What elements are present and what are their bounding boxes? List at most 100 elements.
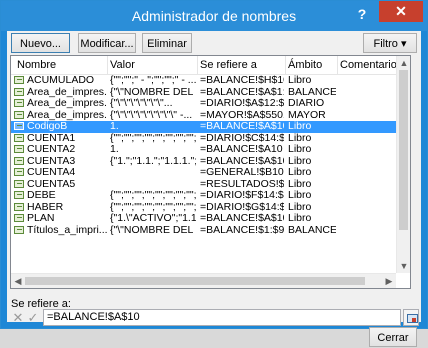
names-list[interactable]: Nombre Valor Se refiere a Ámbito Comenta… (10, 55, 411, 289)
name-cell: ACUMULADO (27, 75, 95, 86)
scope-cell: BALANCE (288, 224, 336, 236)
name-cell: CUENTA3 (27, 155, 76, 167)
column-header-name[interactable]: Nombre (17, 59, 56, 71)
column-divider[interactable] (197, 56, 198, 74)
title-bar: Administrador de nombres ? ✕ (1, 1, 427, 31)
scope-cell: Libro (288, 201, 312, 213)
scroll-right-arrow-icon[interactable]: ▶ (382, 274, 396, 288)
list-item[interactable]: Área_de_impres... {"\"\"\"\"\"\"\"\"\" -.… (11, 110, 396, 122)
list-item[interactable]: CUENTA1 {"";"";"";"";"";"";"";"";"";"";..… (11, 133, 396, 145)
name-cell: PLAN (27, 213, 55, 224)
list-header: Nombre Valor Se refiere a Ámbito Comenta… (11, 56, 397, 75)
scope-cell: Libro (288, 132, 312, 144)
list-item[interactable]: CUENTA5 =RESULTADOS!$B10 Libro (11, 179, 396, 191)
refers-cell: =DIARIO!$G$14:$G... (200, 201, 284, 213)
refers-cell: =DIARIO!$A$12:$G... (200, 98, 284, 109)
name-cell: CUENTA1 (27, 132, 76, 144)
dialog-body: Nuevo... Modificar... Eliminar Filtro ▾ … (7, 31, 421, 347)
refers-cell: =GENERAL!$B10 (200, 167, 284, 178)
value-cell: {"1.";"1.1.";"1.1.1.";"... (110, 155, 196, 167)
defined-name-icon (14, 225, 24, 234)
defined-name-icon (14, 145, 24, 153)
value-cell: {"\"NOMBRE DEL N... (110, 86, 196, 98)
list-item[interactable]: DEBE {"";"";"";"";"";"";"";"";"";"";... =D… (11, 190, 396, 202)
refers-cell: =BALANCE!$1:$9 (200, 224, 284, 236)
name-manager-dialog: Administrador de nombres ? ✕ Nuevo... Mo… (0, 0, 428, 347)
list-item[interactable]: Títulos_a_impri...{"\"NOMBRE DEL N... =BA… (11, 225, 396, 237)
column-divider[interactable] (337, 56, 338, 74)
scope-cell: Libro (288, 167, 312, 178)
list-item[interactable]: ACUMULADO {"";"";" - ";"";"";" - ... =BALA… (11, 75, 396, 87)
help-button[interactable]: ? (349, 3, 375, 25)
column-divider[interactable] (285, 56, 286, 74)
defined-name-icon (14, 122, 24, 130)
delete-button[interactable]: Eliminar (142, 33, 192, 53)
list-item[interactable]: HABER {"";"";"";"";"";"";"";"";"";"";... =… (11, 202, 396, 214)
defined-name-icon (14, 110, 24, 119)
list-item[interactable]: PLAN {"1.\"ACTIVO";"1.1.\"... =BALANCE!$A$… (11, 213, 396, 225)
list-item[interactable]: CUENTA2 1. =BALANCE!$A10 Libro (11, 144, 396, 156)
defined-name-icon (14, 76, 24, 84)
name-cell: CodigoB (27, 121, 68, 132)
new-button[interactable]: Nuevo... (11, 33, 70, 53)
value-cell: {"";"";" - ";"";"";" - ... (110, 75, 196, 86)
list-item[interactable]: Área_de_impres... {"\"\"\"\"\"\"\"... =DIA… (11, 98, 396, 110)
vertical-scroll-thumb[interactable] (399, 70, 408, 230)
name-cell: CUENTA5 (27, 178, 76, 190)
vertical-scrollbar[interactable]: ▲ ▼ (396, 56, 410, 273)
refers-to-input[interactable]: =BALANCE!$A$10 (43, 309, 401, 326)
names-rows: ACUMULADO {"";"";" - ";"";"";" - ... =BALA… (11, 75, 396, 236)
defined-name-icon (14, 179, 24, 188)
defined-name-icon (14, 87, 24, 96)
defined-name-icon (14, 133, 24, 142)
refers-cell: =DIARIO!$C$14:$C... (200, 132, 284, 144)
defined-name-icon (14, 99, 24, 107)
list-item[interactable]: CodigoB 1. =BALANCE!$A$10 Libro (11, 121, 396, 133)
collapse-dialog-icon[interactable] (403, 309, 419, 326)
defined-name-icon (14, 168, 24, 176)
filter-button[interactable]: Filtro ▾ (363, 33, 417, 53)
horizontal-scroll-thumb[interactable] (25, 277, 365, 285)
list-item[interactable]: CUENTA3 {"1.";"1.1.";"1.1.1.";"... =BALANC… (11, 156, 396, 168)
column-header-comment[interactable]: Comentario (340, 59, 397, 71)
defined-name-icon (14, 156, 24, 165)
scroll-down-arrow-icon[interactable]: ▼ (397, 259, 410, 273)
name-cell: DEBE (27, 190, 56, 201)
name-cell: CUENTA4 (27, 167, 76, 178)
scope-cell: Libro (288, 75, 312, 86)
defined-name-icon (14, 214, 24, 222)
list-item[interactable]: Área_de_impres...{"\"NOMBRE DEL N... =BAL… (11, 87, 396, 99)
column-divider[interactable] (107, 56, 108, 74)
horizontal-scrollbar[interactable]: ◀ ▶ (11, 273, 396, 288)
refers-cell: =BALANCE!$A10 (200, 144, 283, 155)
defined-name-icon (14, 191, 24, 199)
column-header-value[interactable]: Valor (110, 59, 135, 71)
x-icon[interactable]: ✕ (11, 311, 25, 325)
name-cell: CUENTA2 (27, 144, 76, 155)
refers-cell: =MAYOR!$A$5501:... (200, 109, 284, 121)
scope-cell: Libro (288, 155, 312, 167)
defined-name-icon (14, 202, 24, 211)
value-cell: {"1.\"ACTIVO";"1.1.\"... (110, 213, 196, 224)
name-cell: Área_de_impres... (27, 109, 107, 121)
scroll-left-arrow-icon[interactable]: ◀ (11, 274, 25, 288)
refers-cell: =RESULTADOS!$B10 (200, 178, 284, 190)
column-header-refers[interactable]: Se refiere a (200, 59, 257, 71)
value-cell: {"\"\"\"\"\"\"\"... (110, 98, 173, 109)
edit-button[interactable]: Modificar... (78, 33, 136, 53)
list-item[interactable]: CUENTA4 =GENERAL!$B10 Libro (11, 167, 396, 179)
check-icon[interactable]: ✓ (26, 311, 40, 325)
scope-cell: Libro (288, 121, 312, 132)
close-window-button[interactable]: ✕ (379, 1, 423, 22)
name-cell: Área_de_impres... (27, 98, 107, 109)
scope-cell: Libro (288, 213, 312, 224)
scope-cell: Libro (288, 144, 312, 155)
column-header-scope[interactable]: Ámbito (288, 59, 322, 71)
refers-cell: =BALANCE!$A$1:$F... (200, 86, 284, 98)
close-button[interactable]: Cerrar (369, 327, 417, 347)
value-cell: {"\"NOMBRE DEL N... (110, 224, 196, 236)
name-cell: HABER (27, 201, 64, 213)
scroll-up-arrow-icon[interactable]: ▲ (397, 56, 410, 70)
scope-cell: Libro (288, 190, 312, 201)
value-cell: {"";"";"";"";"";"";"";"";"";"";... (110, 201, 196, 213)
